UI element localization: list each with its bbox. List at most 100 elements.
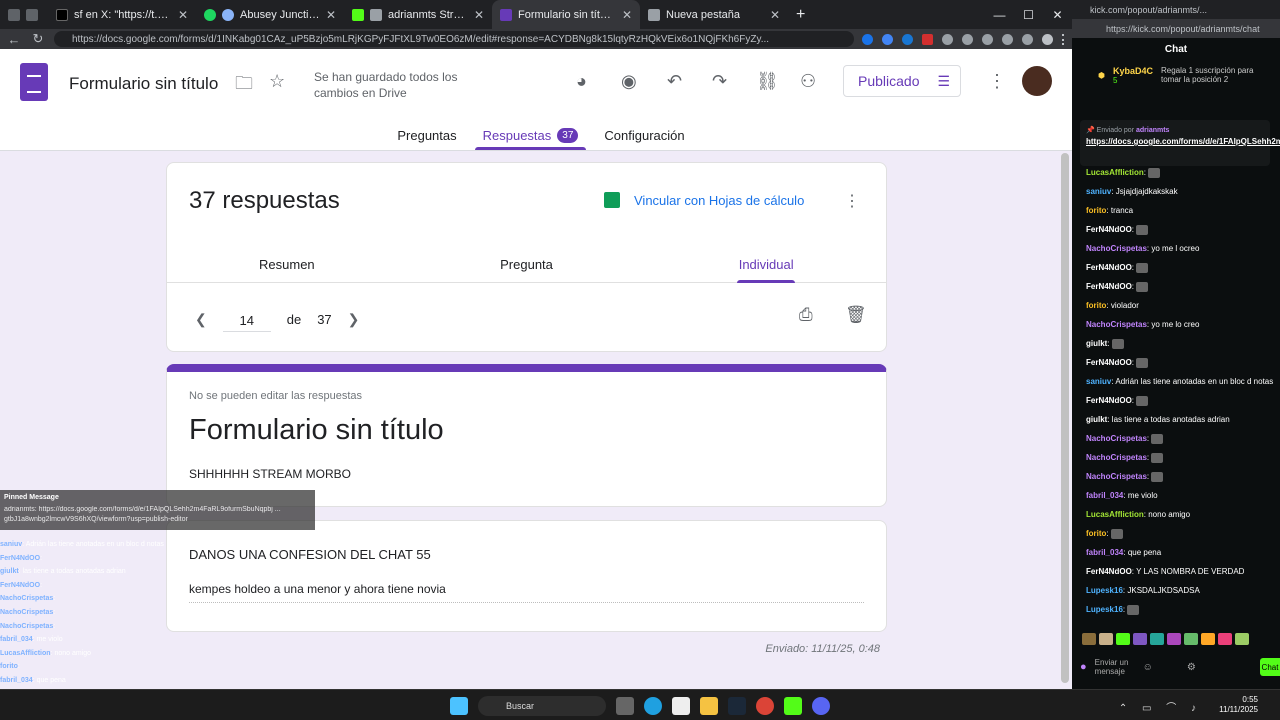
chat-username[interactable]: giulkt xyxy=(1086,339,1107,348)
steam-icon[interactable] xyxy=(728,697,746,715)
add-collaborator-icon[interactable]: ⚇ xyxy=(800,71,816,92)
chat-message[interactable]: forito: xyxy=(1086,528,1276,539)
task-view-icon[interactable] xyxy=(616,697,634,715)
chat-message[interactable]: FerN4NdOO: Y LAS NOMBRA DE VERDAD xyxy=(1086,566,1276,577)
settings-icon[interactable]: ⚙ xyxy=(1187,662,1196,673)
chat-message[interactable]: giulkt: las tiene a todas anotadas adria… xyxy=(1086,414,1276,425)
chat-message[interactable]: LucasAffliction: nono amigo xyxy=(1086,509,1276,520)
chat-username[interactable]: FerN4NdOO xyxy=(1086,396,1132,405)
chat-username[interactable]: FerN4NdOO xyxy=(1086,225,1132,234)
undo-icon[interactable]: ↶ xyxy=(667,71,682,92)
url-field[interactable]: https://docs.google.com/forms/d/1INKabg0… xyxy=(54,31,854,47)
chat-message[interactable]: NachoCrispetas: yo me l ocreo xyxy=(1086,243,1276,254)
chat-username[interactable]: NachoCrispetas xyxy=(1086,472,1147,481)
close-icon[interactable]: ✕ xyxy=(770,8,780,22)
chat-username[interactable]: forito xyxy=(1086,206,1106,215)
chat-username[interactable]: NachoCrispetas xyxy=(1086,434,1147,443)
subtab-pregunta[interactable]: Pregunta xyxy=(407,247,647,282)
menu-icon[interactable] xyxy=(1062,33,1066,45)
chat-message[interactable]: fabril_034: que pena xyxy=(1086,547,1276,558)
chat-message[interactable]: FerN4NdOO: xyxy=(1086,281,1276,292)
emote-icon[interactable] xyxy=(1082,633,1096,645)
kick-url-field[interactable]: https://kick.com/popout/adrianmts/chat xyxy=(1072,19,1280,38)
chat-username[interactable]: forito xyxy=(1086,529,1106,538)
new-tab-button[interactable]: + xyxy=(788,0,818,29)
publish-button[interactable]: Publicado ☰ xyxy=(843,65,961,97)
chat-username[interactable]: fabril_034 xyxy=(1086,548,1123,557)
emote-icon[interactable] xyxy=(1184,633,1198,645)
browser-tab-spotify[interactable]: Abusey Junction - Kokoroko✕ xyxy=(196,0,344,29)
tab-respuestas[interactable]: Respuestas 37 xyxy=(474,120,587,150)
chat-message[interactable]: saniuv: Adrián las tiene anotadas en un … xyxy=(1086,376,1276,387)
taskbar-clock[interactable]: 0:55 11/11/2025 xyxy=(1219,695,1258,715)
sidepanel-icon[interactable] xyxy=(1022,33,1033,45)
send-chat-button[interactable]: Chat xyxy=(1260,658,1280,676)
browser-tab-kick[interactable]: adrianmts Stream - Watch Live✕ xyxy=(344,0,492,29)
extension-icon[interactable] xyxy=(982,33,993,45)
chat-username[interactable]: LucasAffliction xyxy=(1086,510,1144,519)
puzzle-icon[interactable] xyxy=(1002,33,1013,45)
emote-icon[interactable] xyxy=(1099,633,1113,645)
folder-icon[interactable]: 🗀 xyxy=(235,71,253,101)
extension-icon[interactable] xyxy=(902,33,913,45)
chat-username[interactable]: NachoCrispetas xyxy=(1086,244,1147,253)
chat-username[interactable]: FerN4NdOO xyxy=(1086,567,1132,576)
chat-message[interactable]: NachoCrispetas: xyxy=(1086,452,1276,463)
extension-icon[interactable] xyxy=(862,33,873,45)
chat-message[interactable]: NachoCrispetas: xyxy=(1086,471,1276,482)
chat-username[interactable]: NachoCrispetas xyxy=(1086,453,1147,462)
subtab-individual[interactable]: Individual xyxy=(646,247,886,283)
chat-message[interactable]: FerN4NdOO: xyxy=(1086,262,1276,273)
link-icon[interactable]: ⛓ xyxy=(756,71,779,92)
chat-message[interactable]: forito: tranca xyxy=(1086,205,1276,216)
mic-icon[interactable]: ● xyxy=(1080,661,1087,673)
reload-icon[interactable]: ↻ xyxy=(30,31,46,47)
chat-input[interactable]: ● Enviar un mensaje ☺ ⚙ xyxy=(1080,652,1280,682)
chat-message[interactable]: FerN4NdOO: xyxy=(1086,357,1276,368)
emote-icon[interactable] xyxy=(1218,633,1232,645)
more-vert-icon[interactable]: ⋮ xyxy=(988,71,1006,92)
maximize-icon[interactable]: ☐ xyxy=(1014,8,1043,22)
chat-username[interactable]: forito xyxy=(1086,301,1106,310)
scrollbar[interactable] xyxy=(1061,153,1069,683)
chat-username[interactable]: FerN4NdOO xyxy=(1086,263,1132,272)
close-icon[interactable]: ✕ xyxy=(326,8,336,22)
avatar[interactable] xyxy=(1022,66,1052,96)
more-vert-icon[interactable]: ⋮ xyxy=(844,191,860,211)
chat-username[interactable]: LucasAffliction xyxy=(1086,168,1144,177)
system-tray[interactable]: ⌃ ▭ ⌒ ♪ xyxy=(1119,699,1202,714)
sub-gift-leaderboard[interactable]: ⬢ KybaD4C 5 Regala 1 suscripción para tom… xyxy=(1072,60,1280,90)
minimize-icon[interactable]: — xyxy=(985,8,1014,22)
chevron-left-icon[interactable]: ❮ xyxy=(195,311,207,328)
chat-message[interactable]: saniuv: Jsjajdjajdkakskak xyxy=(1086,186,1276,197)
discord-icon[interactable] xyxy=(812,697,830,715)
delete-icon[interactable]: 🗑 xyxy=(845,305,867,325)
palette-icon[interactable]: ◕ xyxy=(576,71,587,92)
edge-icon[interactable] xyxy=(644,697,662,715)
emote-icon[interactable] xyxy=(1116,633,1130,645)
star-icon[interactable]: ☆ xyxy=(269,71,285,92)
chat-message[interactable]: LucasAffliction: xyxy=(1086,167,1276,178)
chat-message[interactable]: giulkt: xyxy=(1086,338,1276,349)
google-forms-icon[interactable] xyxy=(20,63,48,101)
windows-start-icon[interactable] xyxy=(450,697,468,715)
chat-message[interactable]: NachoCrispetas: yo me lo creo xyxy=(1086,319,1276,330)
chrome-icon[interactable] xyxy=(756,697,774,715)
chat-username[interactable]: FerN4NdOO xyxy=(1086,282,1132,291)
chat-message[interactable]: FerN4NdOO: xyxy=(1086,395,1276,406)
chat-message[interactable]: NachoCrispetas: xyxy=(1086,433,1276,444)
pinned-message[interactable]: 📌 Enviado por adrianmts https://docs.goo… xyxy=(1080,120,1280,166)
close-window-icon[interactable]: ✕ xyxy=(1043,8,1072,22)
taskbar-search[interactable]: Buscar xyxy=(478,696,606,716)
store-icon[interactable] xyxy=(672,697,690,715)
emote-icon[interactable] xyxy=(1235,633,1249,645)
explorer-icon[interactable] xyxy=(700,697,718,715)
chat-message[interactable]: forito: violador xyxy=(1086,300,1276,311)
response-number-input[interactable]: 14 xyxy=(222,313,271,332)
chat-username[interactable]: Lupesk16 xyxy=(1086,586,1123,595)
preview-eye-icon[interactable]: ◉ xyxy=(621,71,637,92)
chat-message[interactable]: fabril_034: me violo xyxy=(1086,490,1276,501)
close-icon[interactable]: ✕ xyxy=(622,8,632,22)
close-icon[interactable]: ✕ xyxy=(474,8,484,22)
browser-tab-x[interactable]: sf en X: "https://t.co/PXtSlpV0AL"✕ xyxy=(48,0,196,29)
